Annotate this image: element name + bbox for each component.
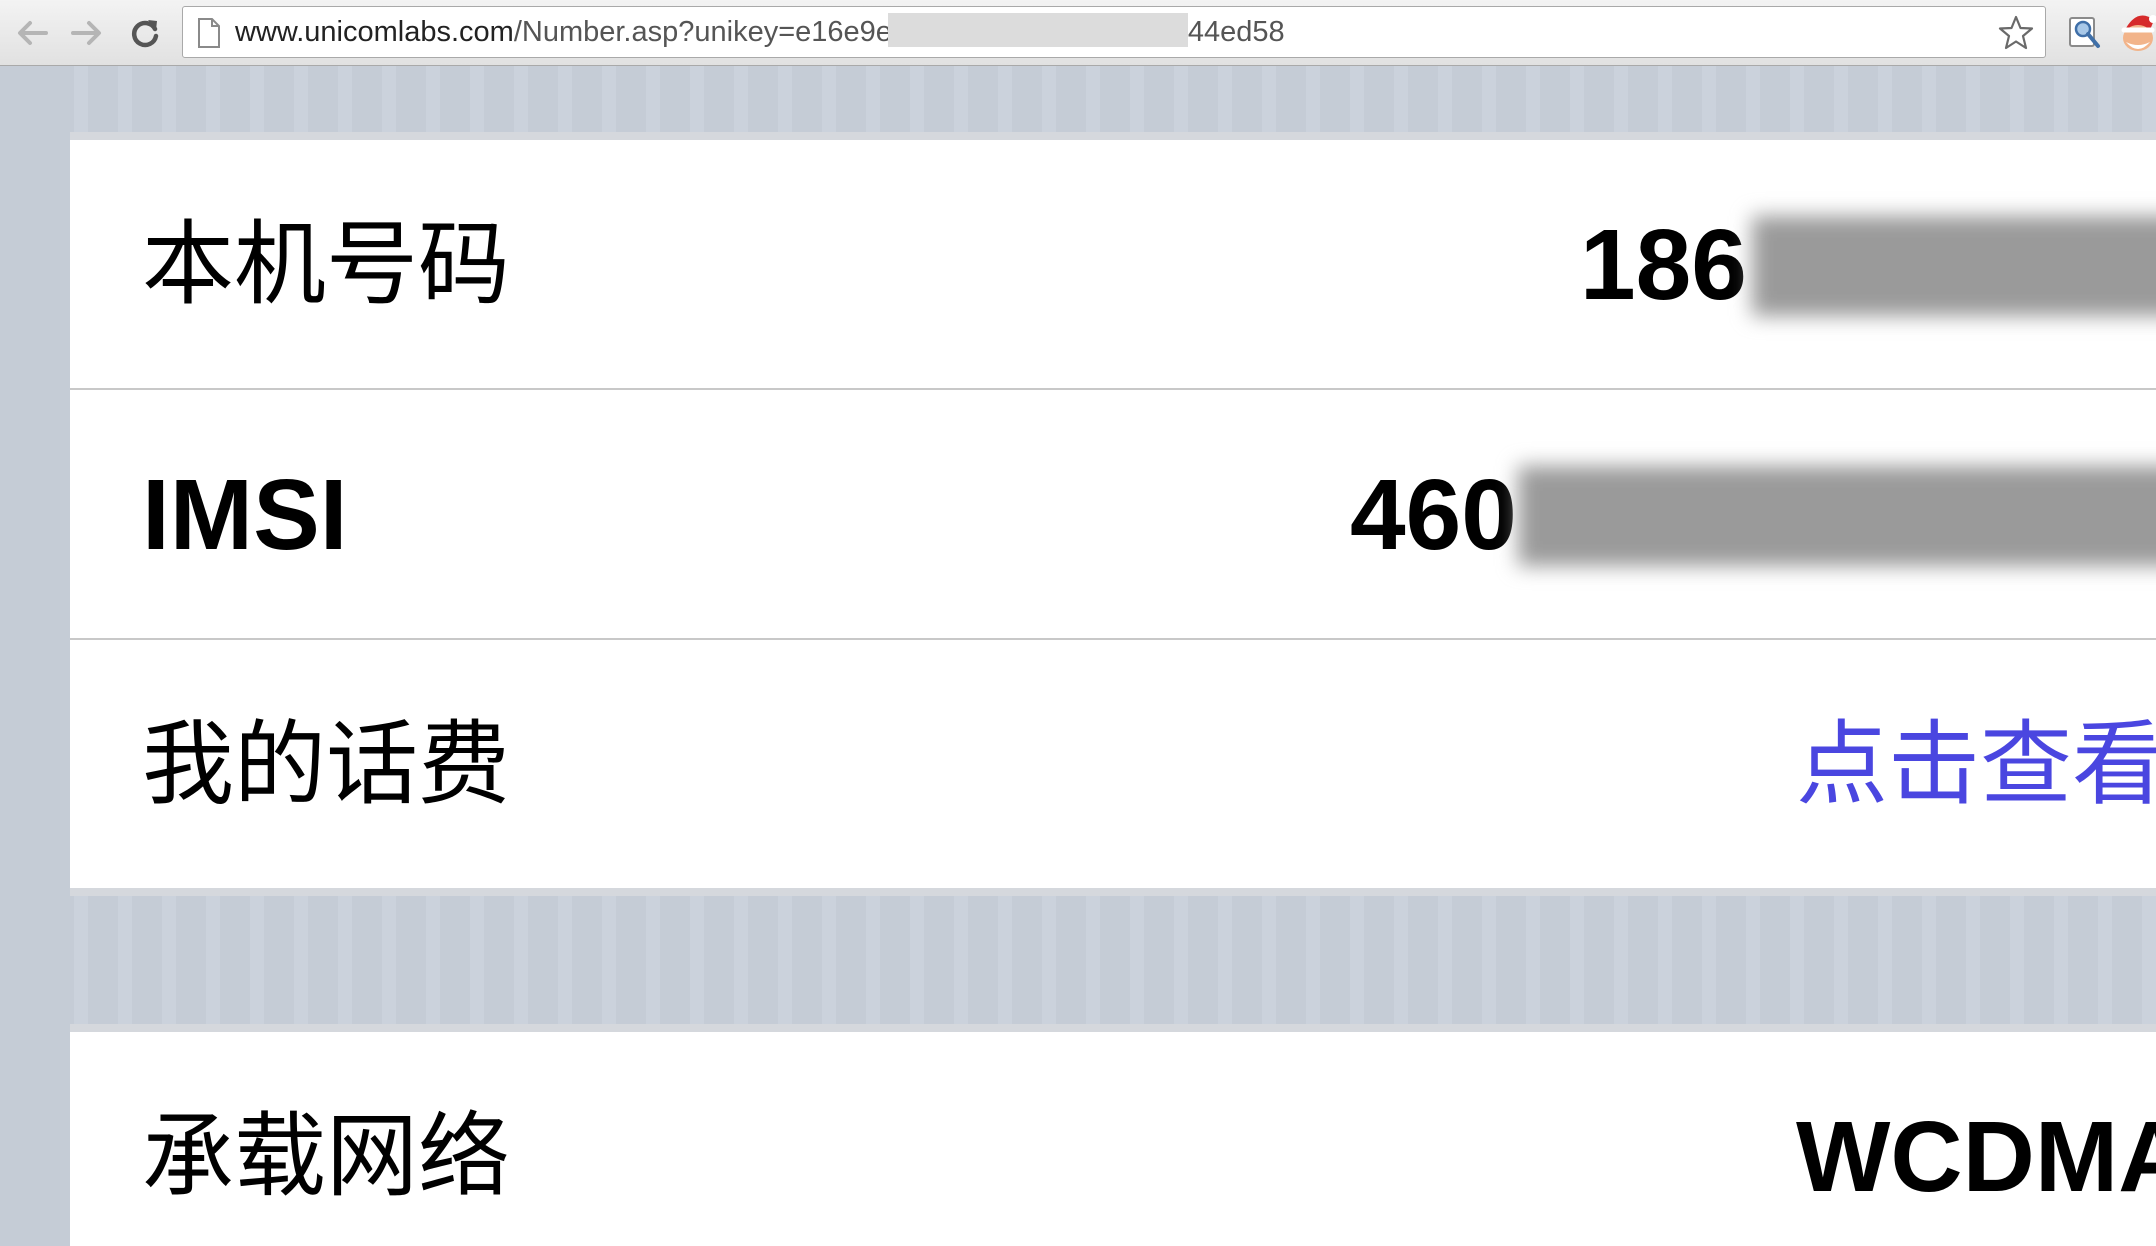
- reload-button[interactable]: [125, 13, 165, 53]
- bearer-network-value: WCDMA: [1796, 1101, 2156, 1213]
- url-redaction: [887, 13, 1188, 47]
- phone-number-value: 186: [1580, 209, 1747, 321]
- reload-icon: [131, 20, 159, 48]
- imsi-redaction: [1518, 466, 2156, 566]
- page-viewport: 本机号码 186 IMSI 460 我的话费 点击查看 承载网络 WCDMA: [0, 66, 2156, 1246]
- url-path: /Number.asp?unikey=e16e9e: [513, 16, 892, 48]
- url-text[interactable]: www.unicomlabs.com/Number.asp?unikey=e16…: [235, 7, 1285, 57]
- extension-santa-icon[interactable]: [2120, 10, 2156, 54]
- page-icon: [198, 18, 220, 48]
- back-button[interactable]: [12, 13, 52, 53]
- forward-button[interactable]: [67, 13, 107, 53]
- url-path-end: 44ed58: [1187, 16, 1285, 48]
- phone-number-label: 本机号码: [142, 211, 511, 318]
- phone-number-redaction: [1752, 216, 2156, 316]
- row-my-balance: 我的话费 点击查看: [70, 640, 2156, 890]
- arrow-right-icon: [71, 21, 101, 45]
- star-icon[interactable]: [1997, 14, 2035, 52]
- browser-toolbar: www.unicomlabs.com/Number.asp?unikey=e16…: [0, 0, 2156, 66]
- url-host: www.unicomlabs.com: [235, 16, 514, 48]
- row-bearer-network: 承载网络 WCDMA: [70, 1032, 2156, 1246]
- row-phone-number: 本机号码 186: [70, 140, 2156, 390]
- address-bar[interactable]: www.unicomlabs.com/Number.asp?unikey=e16…: [182, 6, 2046, 58]
- view-balance-link[interactable]: 点击查看: [1796, 640, 2156, 890]
- my-balance-label: 我的话费: [142, 711, 511, 818]
- imsi-value: 460: [1350, 459, 1517, 571]
- arrow-left-icon: [18, 21, 48, 45]
- row-imsi: IMSI 460: [70, 390, 2156, 640]
- extension-search-icon[interactable]: [2066, 14, 2102, 50]
- imsi-label: IMSI: [142, 459, 348, 571]
- bearer-network-label: 承载网络: [142, 1103, 511, 1210]
- left-margin: [0, 66, 56, 1246]
- network-group: 承载网络 WCDMA: [70, 1032, 2156, 1246]
- info-group: 本机号码 186 IMSI 460 我的话费 点击查看: [70, 140, 2156, 888]
